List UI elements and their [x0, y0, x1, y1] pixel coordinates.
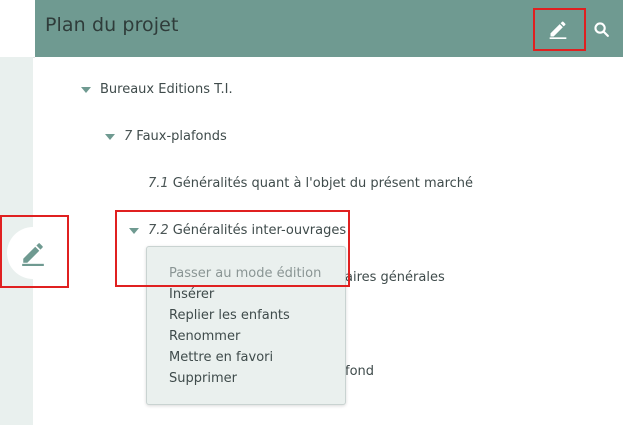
tree-node-label: aires générales [345, 270, 445, 285]
tree-node-number: 7 [124, 129, 133, 144]
tree-node-number: 7.2 [148, 223, 169, 238]
app-header: Plan du projet [35, 0, 623, 57]
tree-node-label: Bureaux Editions T.I. [100, 82, 233, 97]
tree-node-number: 7.1 [148, 176, 169, 191]
edit-mode-button[interactable] [533, 8, 583, 50]
tree-node-label: Faux-plafonds [136, 129, 227, 144]
menu-item-rename[interactable]: Renommer [169, 329, 240, 344]
tree-node-faux-plafonds[interactable]: 7 Faux-plafonds [105, 129, 227, 144]
pencil-icon [22, 243, 44, 266]
chevron-down-icon[interactable] [105, 133, 115, 140]
chevron-down-icon[interactable] [129, 227, 139, 234]
tree-node-partial[interactable]: aires générales [345, 270, 445, 285]
search-button[interactable] [588, 16, 614, 42]
menu-item-favorite[interactable]: Mettre en favori [169, 350, 273, 365]
context-menu: Passer au mode édition Insérer Replier l… [146, 246, 346, 405]
chevron-down-icon[interactable] [81, 86, 91, 93]
tree-node-label: Généralités quant à l'objet du présent m… [172, 176, 474, 191]
menu-item-edit-mode: Passer au mode édition [169, 266, 322, 281]
page-title: Plan du projet [45, 14, 179, 36]
tree-node-label: Généralités inter-ouvrages [172, 223, 347, 238]
menu-item-delete[interactable]: Supprimer [169, 371, 237, 386]
tree-node-root[interactable]: Bureaux Editions T.I. [81, 82, 233, 97]
pencil-icon [549, 21, 567, 39]
top-left-corner [0, 0, 35, 58]
tree-node-label: fond [345, 364, 375, 379]
edit-fab-button[interactable] [7, 227, 59, 279]
menu-item-insert[interactable]: Insérer [169, 287, 214, 302]
tree-node-generalites-objet[interactable]: 7.1 Généralités quant à l'objet du prése… [148, 176, 473, 191]
tree-node-generalites-inter[interactable]: 7.2 Généralités inter-ouvrages [129, 223, 346, 238]
menu-item-collapse-children[interactable]: Replier les enfants [169, 308, 290, 323]
tree-node-partial[interactable]: fond [345, 364, 374, 379]
search-icon [593, 21, 609, 37]
